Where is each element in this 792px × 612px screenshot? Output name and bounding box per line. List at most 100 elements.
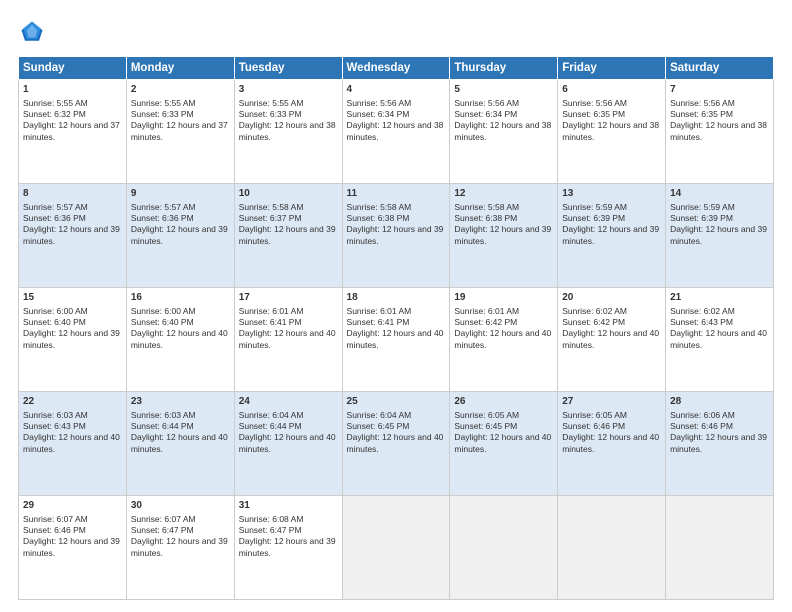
day-number: 7 [670, 83, 769, 97]
logo-icon [18, 18, 46, 46]
sunrise-text: Sunrise: 5:55 AM [131, 98, 196, 108]
sunrise-text: Sunrise: 6:07 AM [23, 514, 88, 524]
day-number: 25 [347, 395, 446, 409]
calendar-cell: 30Sunrise: 6:07 AMSunset: 6:47 PMDayligh… [126, 496, 234, 600]
daylight-text: Daylight: 12 hours and 40 minutes. [670, 328, 767, 349]
sunrise-text: Sunrise: 6:02 AM [562, 306, 627, 316]
sunrise-text: Sunrise: 5:56 AM [562, 98, 627, 108]
sunrise-text: Sunrise: 6:04 AM [347, 410, 412, 420]
sunrise-text: Sunrise: 6:03 AM [131, 410, 196, 420]
calendar-cell: 3Sunrise: 5:55 AMSunset: 6:33 PMDaylight… [234, 80, 342, 184]
sunset-text: Sunset: 6:35 PM [562, 109, 625, 119]
calendar-cell: 25Sunrise: 6:04 AMSunset: 6:45 PMDayligh… [342, 392, 450, 496]
daylight-text: Daylight: 12 hours and 40 minutes. [131, 328, 228, 349]
calendar-cell: 27Sunrise: 6:05 AMSunset: 6:46 PMDayligh… [558, 392, 666, 496]
calendar-cell: 6Sunrise: 5:56 AMSunset: 6:35 PMDaylight… [558, 80, 666, 184]
calendar-week-1: 1Sunrise: 5:55 AMSunset: 6:32 PMDaylight… [19, 80, 774, 184]
daylight-text: Daylight: 12 hours and 38 minutes. [562, 120, 659, 141]
daylight-text: Daylight: 12 hours and 39 minutes. [23, 328, 120, 349]
sunset-text: Sunset: 6:34 PM [454, 109, 517, 119]
day-number: 29 [23, 499, 122, 513]
daylight-text: Daylight: 12 hours and 39 minutes. [239, 224, 336, 245]
daylight-text: Daylight: 12 hours and 40 minutes. [239, 328, 336, 349]
sunrise-text: Sunrise: 5:56 AM [670, 98, 735, 108]
sunrise-text: Sunrise: 6:02 AM [670, 306, 735, 316]
calendar-week-5: 29Sunrise: 6:07 AMSunset: 6:46 PMDayligh… [19, 496, 774, 600]
day-number: 27 [562, 395, 661, 409]
sunrise-text: Sunrise: 5:55 AM [239, 98, 304, 108]
calendar-cell: 24Sunrise: 6:04 AMSunset: 6:44 PMDayligh… [234, 392, 342, 496]
calendar-cell: 22Sunrise: 6:03 AMSunset: 6:43 PMDayligh… [19, 392, 127, 496]
calendar-cell: 20Sunrise: 6:02 AMSunset: 6:42 PMDayligh… [558, 288, 666, 392]
sunset-text: Sunset: 6:47 PM [131, 525, 194, 535]
day-number: 17 [239, 291, 338, 305]
calendar-cell: 7Sunrise: 5:56 AMSunset: 6:35 PMDaylight… [666, 80, 774, 184]
day-number: 14 [670, 187, 769, 201]
weekday-header-friday: Friday [558, 57, 666, 80]
day-number: 16 [131, 291, 230, 305]
weekday-header-thursday: Thursday [450, 57, 558, 80]
page: SundayMondayTuesdayWednesdayThursdayFrid… [0, 0, 792, 612]
calendar-cell: 14Sunrise: 5:59 AMSunset: 6:39 PMDayligh… [666, 184, 774, 288]
calendar-week-2: 8Sunrise: 5:57 AMSunset: 6:36 PMDaylight… [19, 184, 774, 288]
calendar-cell: 1Sunrise: 5:55 AMSunset: 6:32 PMDaylight… [19, 80, 127, 184]
day-number: 28 [670, 395, 769, 409]
day-number: 23 [131, 395, 230, 409]
day-number: 24 [239, 395, 338, 409]
calendar-week-4: 22Sunrise: 6:03 AMSunset: 6:43 PMDayligh… [19, 392, 774, 496]
sunset-text: Sunset: 6:43 PM [23, 421, 86, 431]
daylight-text: Daylight: 12 hours and 39 minutes. [131, 536, 228, 557]
daylight-text: Daylight: 12 hours and 38 minutes. [670, 120, 767, 141]
daylight-text: Daylight: 12 hours and 39 minutes. [23, 224, 120, 245]
daylight-text: Daylight: 12 hours and 39 minutes. [562, 224, 659, 245]
weekday-header-saturday: Saturday [666, 57, 774, 80]
day-number: 1 [23, 83, 122, 97]
sunrise-text: Sunrise: 5:55 AM [23, 98, 88, 108]
day-number: 12 [454, 187, 553, 201]
sunrise-text: Sunrise: 5:59 AM [562, 202, 627, 212]
sunset-text: Sunset: 6:39 PM [562, 213, 625, 223]
weekday-header-wednesday: Wednesday [342, 57, 450, 80]
sunset-text: Sunset: 6:34 PM [347, 109, 410, 119]
calendar-cell: 11Sunrise: 5:58 AMSunset: 6:38 PMDayligh… [342, 184, 450, 288]
sunrise-text: Sunrise: 6:05 AM [454, 410, 519, 420]
sunset-text: Sunset: 6:41 PM [347, 317, 410, 327]
calendar-cell [342, 496, 450, 600]
calendar-cell: 2Sunrise: 5:55 AMSunset: 6:33 PMDaylight… [126, 80, 234, 184]
sunset-text: Sunset: 6:37 PM [239, 213, 302, 223]
sunset-text: Sunset: 6:40 PM [23, 317, 86, 327]
day-number: 5 [454, 83, 553, 97]
day-number: 19 [454, 291, 553, 305]
calendar-cell: 29Sunrise: 6:07 AMSunset: 6:46 PMDayligh… [19, 496, 127, 600]
calendar-cell: 23Sunrise: 6:03 AMSunset: 6:44 PMDayligh… [126, 392, 234, 496]
sunrise-text: Sunrise: 6:00 AM [131, 306, 196, 316]
day-number: 20 [562, 291, 661, 305]
day-number: 26 [454, 395, 553, 409]
calendar-cell: 19Sunrise: 6:01 AMSunset: 6:42 PMDayligh… [450, 288, 558, 392]
sunset-text: Sunset: 6:33 PM [239, 109, 302, 119]
sunset-text: Sunset: 6:45 PM [347, 421, 410, 431]
logo [18, 18, 50, 46]
calendar-cell: 5Sunrise: 5:56 AMSunset: 6:34 PMDaylight… [450, 80, 558, 184]
sunrise-text: Sunrise: 6:01 AM [454, 306, 519, 316]
day-number: 11 [347, 187, 446, 201]
sunrise-text: Sunrise: 6:00 AM [23, 306, 88, 316]
sunrise-text: Sunrise: 6:03 AM [23, 410, 88, 420]
sunrise-text: Sunrise: 5:58 AM [454, 202, 519, 212]
sunset-text: Sunset: 6:46 PM [562, 421, 625, 431]
daylight-text: Daylight: 12 hours and 37 minutes. [131, 120, 228, 141]
day-number: 30 [131, 499, 230, 513]
calendar-cell: 18Sunrise: 6:01 AMSunset: 6:41 PMDayligh… [342, 288, 450, 392]
day-number: 6 [562, 83, 661, 97]
weekday-header-monday: Monday [126, 57, 234, 80]
calendar-cell [558, 496, 666, 600]
weekday-header-tuesday: Tuesday [234, 57, 342, 80]
daylight-text: Daylight: 12 hours and 40 minutes. [347, 328, 444, 349]
calendar-cell [666, 496, 774, 600]
day-number: 15 [23, 291, 122, 305]
calendar-cell: 10Sunrise: 5:58 AMSunset: 6:37 PMDayligh… [234, 184, 342, 288]
daylight-text: Daylight: 12 hours and 37 minutes. [23, 120, 120, 141]
calendar-cell: 12Sunrise: 5:58 AMSunset: 6:38 PMDayligh… [450, 184, 558, 288]
sunset-text: Sunset: 6:36 PM [131, 213, 194, 223]
sunset-text: Sunset: 6:41 PM [239, 317, 302, 327]
